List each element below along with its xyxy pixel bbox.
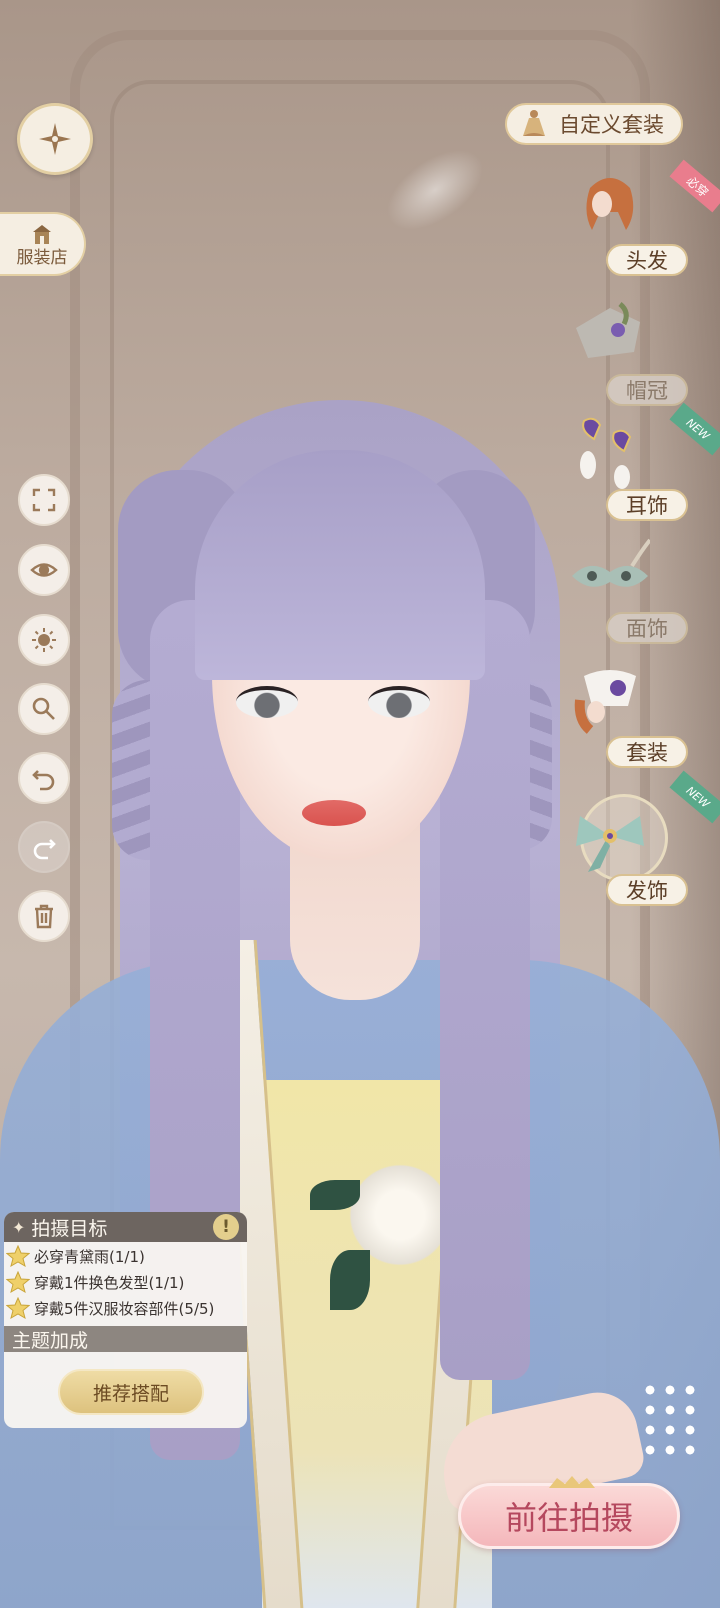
outfit-icon [574,670,636,734]
clothing-shop-label: 服装店 [16,248,68,268]
theme-bonus-header: 主题加成 [4,1326,247,1352]
shop-icon [33,225,51,244]
delete-button[interactable] [18,890,70,942]
objective-task-text: 穿戴1件换色发型(1/1) [34,1273,185,1292]
objective-task: 必穿青黛雨(1/1) [4,1244,247,1268]
mask-icon [572,538,650,587]
pearl-decoration [640,1380,700,1460]
trash-icon [35,904,53,929]
category-outfit-label: 套装 [606,736,688,768]
objective-task-text: 穿戴5件汉服妆容部件(5/5) [34,1299,215,1318]
character-eye-right [368,686,430,718]
category-face-accessory[interactable]: 面饰 [570,536,710,654]
category-hair-accessory-label: 发饰 [606,874,688,906]
redo-icon [33,839,56,860]
star-icon [6,1245,30,1267]
custom-outfit-label: 自定义套装 [559,113,664,137]
earrings-icon [580,417,632,489]
brightness-icon [32,628,56,652]
character-eye-left [236,686,298,718]
zoom-button[interactable] [18,683,70,735]
eye-toggle-button[interactable] [18,544,70,596]
category-earrings-label: 耳饰 [606,489,688,521]
objective-task: 穿戴5件汉服妆容部件(5/5) [4,1296,247,1320]
brightness-button[interactable] [18,614,70,666]
shooting-objective-panel: ✦ 拍摄目标 ! 必穿青黛雨(1/1) 穿戴1件换色发型(1/1) 穿戴5件汉服… [4,1212,247,1428]
dress-leaf [330,1250,370,1310]
star-icon [6,1297,30,1319]
undo-icon [32,770,55,791]
redo-button[interactable] [18,821,70,873]
recommend-outfit-button[interactable]: 推荐搭配 [58,1369,204,1415]
objective-task-text: 必穿青黛雨(1/1) [34,1247,145,1266]
clothing-shop-button[interactable]: 服装店 [0,212,86,276]
zoom-icon [32,697,55,720]
info-alert-icon[interactable]: ! [213,1214,239,1240]
category-hair[interactable]: 头发 [570,168,710,286]
custom-outfit-button[interactable]: 自定义套装 [505,103,683,145]
fullscreen-button[interactable] [18,474,70,526]
dress-leaf [310,1180,360,1210]
objective-header: ✦ 拍摄目标 ! [4,1212,247,1242]
back-button[interactable] [17,103,93,175]
category-headwear[interactable]: 帽冠 [570,298,710,416]
go-shoot-button[interactable]: 前往拍摄 [458,1476,680,1549]
category-hair-accessory[interactable]: 发饰 [570,794,710,916]
category-outfit[interactable]: 套装 [570,660,710,778]
compass-star-icon [39,123,71,155]
eye-icon [30,563,58,577]
fullscreen-icon [32,488,56,512]
star-icon [6,1271,30,1293]
objective-task: 穿戴1件换色发型(1/1) [4,1270,247,1294]
objective-title: 拍摄目标 [31,1217,108,1240]
category-headwear-label: 帽冠 [606,374,688,406]
crown-ornament-icon [549,1476,595,1488]
category-face-accessory-label: 面饰 [606,612,688,644]
go-shoot-label: 前往拍摄 [504,1499,633,1537]
sparkle-icon: ✦ [12,1217,26,1237]
character-lips [302,800,366,826]
crown-icon [576,302,640,358]
bow-icon [576,816,644,872]
category-hair-label: 头发 [606,244,688,276]
hair-icon [586,178,634,230]
dress-icon [523,110,545,136]
undo-button[interactable] [18,752,70,804]
